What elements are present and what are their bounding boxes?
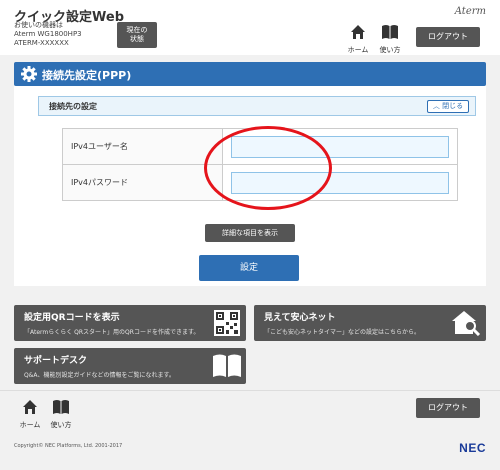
usage-button[interactable]: 使い方 bbox=[376, 24, 404, 54]
status-button-line2: 状態 bbox=[130, 35, 144, 43]
footer-usage-label: 使い方 bbox=[50, 421, 72, 429]
house-search-icon bbox=[452, 311, 481, 336]
gear-icon bbox=[21, 66, 37, 82]
device-info: お使いの機器は Aterm WG1800HP3 ATERM-XXXXXX bbox=[14, 21, 82, 48]
subsection-title: 接続先の設定 bbox=[49, 102, 97, 111]
home-button[interactable]: ホーム bbox=[344, 24, 372, 54]
support-tile-description: Q&A、機能別設定ガイドなどの情報をご覧になれます。 bbox=[24, 372, 175, 379]
usage-label: 使い方 bbox=[379, 46, 401, 54]
home-icon bbox=[23, 400, 37, 414]
red-highlight-annotation bbox=[204, 126, 332, 210]
collapse-label: 閉じる bbox=[442, 102, 464, 110]
header: クイック設定Web お使いの機器は Aterm WG1800HP3 ATERM-… bbox=[0, 0, 500, 55]
section-title-bar: 接続先設定(PPP) bbox=[14, 62, 486, 86]
submit-button[interactable]: 設定 bbox=[199, 255, 299, 281]
footer-home-label: ホーム bbox=[19, 421, 41, 429]
book-icon bbox=[382, 25, 398, 39]
device-model: Aterm WG1800HP3 bbox=[14, 30, 82, 38]
support-tile-title: サポートデスク bbox=[24, 356, 88, 366]
footer-usage-button[interactable]: 使い方 bbox=[47, 399, 75, 429]
status-button-line1: 現在の bbox=[126, 26, 148, 34]
safe-net-tile-description: 「こども安心ネットタイマー」などの設定はこちらから。 bbox=[264, 329, 421, 336]
device-info-line: お使いの機器は bbox=[14, 21, 63, 29]
support-desk-tile[interactable]: サポートデスク Q&A、機能別設定ガイドなどの情報をご覧になれます。 bbox=[14, 348, 246, 384]
collapse-button[interactable]: ︿ 閉じる bbox=[427, 100, 469, 113]
book-icon bbox=[53, 400, 69, 414]
chevron-up-icon: ︿ bbox=[432, 102, 440, 110]
footer-logout-button[interactable]: ログアウト bbox=[416, 398, 480, 418]
nec-logo: NEC bbox=[459, 441, 486, 455]
footer-divider bbox=[0, 390, 500, 391]
safe-net-tile[interactable]: 見えて安心ネット 「こども安心ネットタイマー」などの設定はこちらから。 bbox=[254, 305, 486, 341]
copyright-text: Copyright© NEC Platforms, Ltd. 2001-2017 bbox=[14, 443, 123, 449]
qr-tile-title: 設定用QRコードを表示 bbox=[24, 313, 120, 323]
current-status-button[interactable]: 現在の 状態 bbox=[117, 22, 157, 48]
home-icon bbox=[351, 25, 365, 39]
ipv4-username-label: IPv4ユーザー名 bbox=[62, 128, 223, 165]
qr-code-icon bbox=[214, 310, 240, 336]
section-title: 接続先設定(PPP) bbox=[42, 69, 132, 82]
book-icon bbox=[213, 354, 241, 377]
show-details-button[interactable]: 詳細な項目を表示 bbox=[205, 224, 295, 242]
aterm-logo: Aterm bbox=[454, 6, 486, 17]
ipv4-password-label: IPv4パスワード bbox=[62, 164, 223, 201]
device-id: ATERM-XXXXXX bbox=[14, 39, 69, 47]
qr-code-tile[interactable]: 設定用QRコードを表示 「Atermらくらく QRスタート」用のQRコードを作成… bbox=[14, 305, 246, 341]
home-label: ホーム bbox=[347, 46, 369, 54]
logout-button[interactable]: ログアウト bbox=[416, 27, 480, 47]
footer-home-button[interactable]: ホーム bbox=[16, 399, 44, 429]
subsection-header: 接続先の設定 ︿ 閉じる bbox=[38, 96, 476, 116]
qr-tile-description: 「Atermらくらく QRスタート」用のQRコードを作成できます。 bbox=[24, 329, 200, 336]
safe-net-tile-title: 見えて安心ネット bbox=[264, 313, 336, 323]
